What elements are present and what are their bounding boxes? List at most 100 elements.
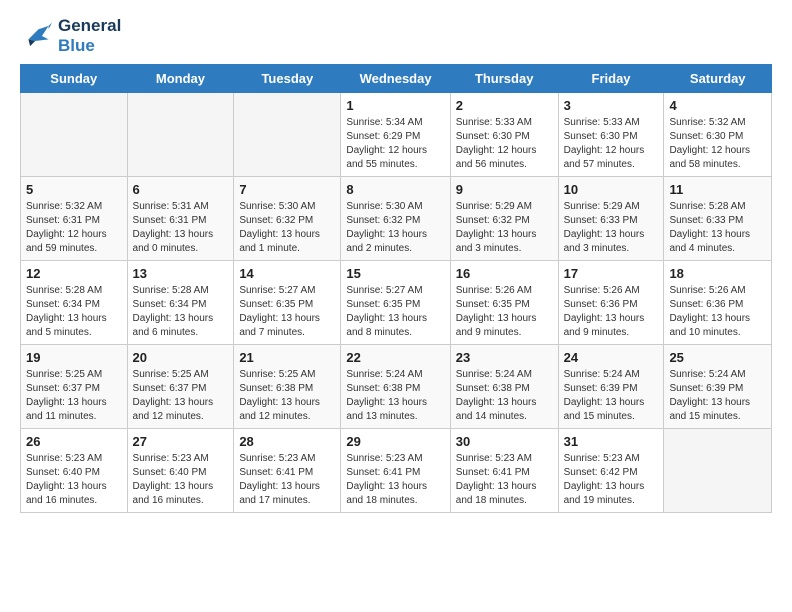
day-info: Sunrise: 5:30 AM Sunset: 6:32 PM Dayligh… [346,200,444,256]
day-number: 11 [669,182,766,197]
calendar-day-cell: 18 Sunrise: 5:26 AM Sunset: 6:36 PM Dayli… [664,261,772,345]
day-info: Sunrise: 5:26 AM Sunset: 6:35 PM Dayligh… [456,284,553,340]
calendar-day-cell: 13 Sunrise: 5:28 AM Sunset: 6:34 PM Dayli… [127,261,234,345]
calendar-day-header: Monday [127,65,234,93]
day-info: Sunrise: 5:32 AM Sunset: 6:31 PM Dayligh… [26,200,122,256]
day-number: 19 [26,350,122,365]
calendar-day-cell: 20 Sunrise: 5:25 AM Sunset: 6:37 PM Dayli… [127,345,234,429]
calendar-day-cell [234,93,341,177]
logo-icon [20,22,52,50]
calendar-day-cell: 30 Sunrise: 5:23 AM Sunset: 6:41 PM Dayli… [450,429,558,513]
day-number: 23 [456,350,553,365]
day-number: 4 [669,98,766,113]
day-info: Sunrise: 5:24 AM Sunset: 6:39 PM Dayligh… [564,368,659,424]
header: General Blue [20,16,772,56]
calendar-day-cell: 9 Sunrise: 5:29 AM Sunset: 6:32 PM Daylig… [450,177,558,261]
logo: General Blue [20,16,121,56]
day-number: 13 [133,266,229,281]
calendar-day-cell: 19 Sunrise: 5:25 AM Sunset: 6:37 PM Dayli… [21,345,128,429]
calendar-day-cell [664,429,772,513]
day-info: Sunrise: 5:26 AM Sunset: 6:36 PM Dayligh… [669,284,766,340]
calendar-day-cell: 16 Sunrise: 5:26 AM Sunset: 6:35 PM Dayli… [450,261,558,345]
day-info: Sunrise: 5:30 AM Sunset: 6:32 PM Dayligh… [239,200,335,256]
calendar-day-cell: 28Sunrise: 5:23 AM Sunset: 6:41 PM Dayli… [234,429,341,513]
day-number: 30 [456,434,553,449]
day-number: 15 [346,266,444,281]
day-number: 27 [133,434,229,449]
day-number: 3 [564,98,659,113]
calendar-day-cell: 5 Sunrise: 5:32 AM Sunset: 6:31 PM Daylig… [21,177,128,261]
day-info: Sunrise: 5:29 AM Sunset: 6:33 PM Dayligh… [564,200,659,256]
calendar-week-row: 26 Sunrise: 5:23 AM Sunset: 6:40 PM Dayli… [21,429,772,513]
calendar-day-cell [127,93,234,177]
day-info: Sunrise: 5:26 AM Sunset: 6:36 PM Dayligh… [564,284,659,340]
day-info: Sunrise: 5:29 AM Sunset: 6:32 PM Dayligh… [456,200,553,256]
calendar-day-cell: 17 Sunrise: 5:26 AM Sunset: 6:36 PM Dayli… [558,261,664,345]
calendar-week-row: 19 Sunrise: 5:25 AM Sunset: 6:37 PM Dayli… [21,345,772,429]
calendar-day-cell: 24 Sunrise: 5:24 AM Sunset: 6:39 PM Dayli… [558,345,664,429]
day-info: Sunrise: 5:33 AM Sunset: 6:30 PM Dayligh… [456,116,553,172]
day-number: 20 [133,350,229,365]
day-number: 21 [239,350,335,365]
day-info: Sunrise: 5:28 AM Sunset: 6:34 PM Dayligh… [26,284,122,340]
day-number: 25 [669,350,766,365]
calendar-day-cell: 22 Sunrise: 5:24 AM Sunset: 6:38 PM Dayli… [341,345,450,429]
day-info: Sunrise: 5:23 AM Sunset: 6:41 PM Dayligh… [456,452,553,508]
day-info: Sunrise: 5:27 AM Sunset: 6:35 PM Dayligh… [239,284,335,340]
day-info: Sunrise: 5:33 AM Sunset: 6:30 PM Dayligh… [564,116,659,172]
day-info: Sunrise: 5:24 AM Sunset: 6:38 PM Dayligh… [346,368,444,424]
calendar-day-cell: 12 Sunrise: 5:28 AM Sunset: 6:34 PM Dayli… [21,261,128,345]
day-number: 7 [239,182,335,197]
day-number: 10 [564,182,659,197]
day-number: 18 [669,266,766,281]
calendar-day-cell: 10 Sunrise: 5:29 AM Sunset: 6:33 PM Dayli… [558,177,664,261]
calendar-day-cell: 27 Sunrise: 5:23 AM Sunset: 6:40 PM Dayli… [127,429,234,513]
day-number: 26 [26,434,122,449]
calendar-day-header: Friday [558,65,664,93]
calendar-day-cell: 1 Sunrise: 5:34 AM Sunset: 6:29 PM Daylig… [341,93,450,177]
day-info: Sunrise: 5:23 AM Sunset: 6:42 PM Dayligh… [564,452,659,508]
calendar-day-header: Tuesday [234,65,341,93]
day-info: Sunrise: 5:28 AM Sunset: 6:34 PM Dayligh… [133,284,229,340]
calendar-header-row: SundayMondayTuesdayWednesdayThursdayFrid… [21,65,772,93]
page: General Blue SundayMondayTuesdayWednesda… [0,0,792,529]
calendar-day-cell: 7 Sunrise: 5:30 AM Sunset: 6:32 PM Daylig… [234,177,341,261]
day-number: 9 [456,182,553,197]
day-number: 22 [346,350,444,365]
day-info: Sunrise: 5:23 AM Sunset: 6:41 PM Dayligh… [239,452,335,508]
calendar-day-cell: 3 Sunrise: 5:33 AM Sunset: 6:30 PM Daylig… [558,93,664,177]
calendar-day-cell: 15Sunrise: 5:27 AM Sunset: 6:35 PM Dayli… [341,261,450,345]
day-number: 12 [26,266,122,281]
day-number: 31 [564,434,659,449]
day-info: Sunrise: 5:31 AM Sunset: 6:31 PM Dayligh… [133,200,229,256]
day-info: Sunrise: 5:25 AM Sunset: 6:37 PM Dayligh… [133,368,229,424]
day-info: Sunrise: 5:34 AM Sunset: 6:29 PM Dayligh… [346,116,444,172]
calendar-week-row: 1 Sunrise: 5:34 AM Sunset: 6:29 PM Daylig… [21,93,772,177]
calendar-day-header: Thursday [450,65,558,93]
calendar-day-cell [21,93,128,177]
day-number: 16 [456,266,553,281]
calendar-day-cell: 14Sunrise: 5:27 AM Sunset: 6:35 PM Dayli… [234,261,341,345]
day-info: Sunrise: 5:23 AM Sunset: 6:41 PM Dayligh… [346,452,444,508]
day-info: Sunrise: 5:25 AM Sunset: 6:37 PM Dayligh… [26,368,122,424]
calendar-day-header: Wednesday [341,65,450,93]
day-number: 5 [26,182,122,197]
calendar-day-cell: 25Sunrise: 5:24 AM Sunset: 6:39 PM Dayli… [664,345,772,429]
calendar-day-cell: 4Sunrise: 5:32 AM Sunset: 6:30 PM Daylig… [664,93,772,177]
calendar-week-row: 5 Sunrise: 5:32 AM Sunset: 6:31 PM Daylig… [21,177,772,261]
calendar-day-header: Sunday [21,65,128,93]
day-number: 17 [564,266,659,281]
calendar-week-row: 12 Sunrise: 5:28 AM Sunset: 6:34 PM Dayli… [21,261,772,345]
day-info: Sunrise: 5:23 AM Sunset: 6:40 PM Dayligh… [133,452,229,508]
day-number: 1 [346,98,444,113]
day-number: 24 [564,350,659,365]
calendar-day-cell: 8 Sunrise: 5:30 AM Sunset: 6:32 PM Daylig… [341,177,450,261]
logo-text: General Blue [58,16,121,56]
calendar-day-cell: 11 Sunrise: 5:28 AM Sunset: 6:33 PM Dayli… [664,177,772,261]
calendar-day-cell: 26Sunrise: 5:23 AM Sunset: 6:40 PM Dayli… [21,429,128,513]
day-number: 8 [346,182,444,197]
calendar-day-cell: 2 Sunrise: 5:33 AM Sunset: 6:30 PM Daylig… [450,93,558,177]
day-number: 2 [456,98,553,113]
calendar-table: SundayMondayTuesdayWednesdayThursdayFrid… [20,64,772,513]
day-info: Sunrise: 5:28 AM Sunset: 6:33 PM Dayligh… [669,200,766,256]
